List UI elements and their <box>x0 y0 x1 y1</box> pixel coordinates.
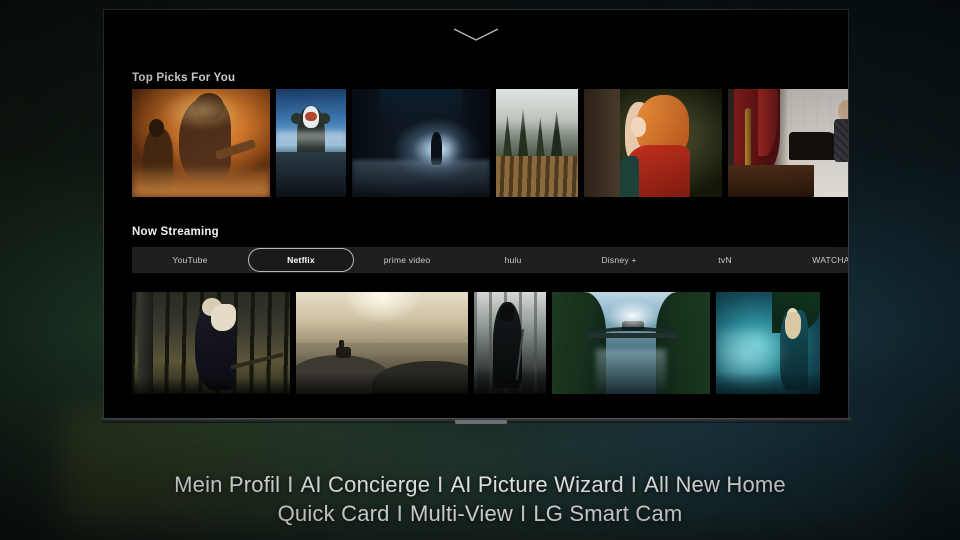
thumbnail-bridge-over-misty-gorge[interactable] <box>552 292 710 394</box>
art-layer <box>496 89 578 133</box>
caption-separator: I <box>630 472 638 497</box>
streaming-provider-tabs[interactable]: YouTube Netflix prime video hulu Disney + tvN… <box>132 247 849 273</box>
tv-stand-notch <box>455 420 507 424</box>
thumbnail-artwork <box>584 89 722 197</box>
thumbnail-artwork <box>474 292 546 394</box>
caption-separator: I <box>520 501 527 526</box>
now-streaming-row[interactable] <box>132 292 820 394</box>
art-layer <box>352 160 490 197</box>
art-layer <box>304 111 318 122</box>
feature-caption-line-2: Quick Card I Multi-View I LG Smart Cam <box>0 499 960 528</box>
tab-netflix[interactable]: Netflix <box>248 248 354 272</box>
art-layer <box>791 93 848 131</box>
art-layer <box>276 132 346 150</box>
art-layer <box>296 371 468 394</box>
caption-feature-ai-concierge: AI Concierge <box>300 472 431 497</box>
thumbnail-girl-at-piano-curtain[interactable] <box>728 89 848 197</box>
art-layer <box>584 89 620 197</box>
thumbnail-horseman-on-hill-sunrise[interactable] <box>296 292 468 394</box>
thumbnail-misty-forest-maze[interactable] <box>496 89 578 197</box>
art-layer <box>586 332 679 338</box>
thumbnail-foggy-road-headlight[interactable] <box>352 89 490 197</box>
top-picks-title: Top Picks For You <box>132 72 236 84</box>
art-layer <box>499 304 515 321</box>
tab-hulu[interactable]: hulu <box>460 247 566 273</box>
art-layer <box>605 300 660 327</box>
chevron-down-icon[interactable] <box>453 28 499 42</box>
caption-separator: I <box>437 472 444 497</box>
art-layer <box>619 155 640 197</box>
thumbnail-artwork <box>276 89 346 197</box>
tab-label: prime video <box>383 255 431 265</box>
tab-prime-video[interactable]: prime video <box>354 247 460 273</box>
art-layer <box>276 151 346 197</box>
thumbnail-artwork <box>716 292 820 394</box>
caption-feature-all-new-home: All New Home <box>644 472 786 497</box>
tab-youtube[interactable]: YouTube <box>132 247 248 273</box>
art-layer <box>159 91 243 131</box>
art-layer <box>335 347 352 359</box>
tab-label: Netflix <box>287 255 315 265</box>
thumbnail-artwork <box>132 292 290 394</box>
caption-feature-quick-card: Quick Card <box>277 501 390 526</box>
art-layer <box>716 371 820 394</box>
thumbnail-artwork <box>352 89 490 197</box>
thumbnail-black-dress-woman-forest[interactable] <box>132 292 290 394</box>
thumbnail-helmeted-figure-at-dusk[interactable] <box>276 89 346 197</box>
art-layer <box>132 377 290 394</box>
thumbnail-artwork <box>728 89 848 197</box>
thumbnail-hooded-figure-with-sword[interactable] <box>474 292 546 394</box>
tab-label: tvN <box>718 255 732 265</box>
tab-watcha[interactable]: WATCHA <box>778 247 849 273</box>
tab-label: YouTube <box>172 255 208 265</box>
tab-tvn[interactable]: tvN <box>672 247 778 273</box>
caption-feature-mein-profil: Mein Profil <box>174 472 281 497</box>
art-layer <box>379 89 463 126</box>
caption-feature-multi-view: Multi-View <box>409 501 513 526</box>
art-layer <box>728 164 814 197</box>
caption-separator: I <box>396 501 403 526</box>
tv-promo-scene: Top Picks For You Now Streaming YouTube N… <box>0 0 960 540</box>
thumbnail-artwork <box>132 89 270 197</box>
art-layer <box>596 349 666 394</box>
tab-label: WATCHA <box>812 255 849 265</box>
top-picks-row[interactable] <box>132 89 848 197</box>
art-layer <box>496 155 578 197</box>
tab-disney[interactable]: Disney + <box>566 247 672 273</box>
feature-caption-line-1: Mein Profil I AI Concierge I AI Picture Wiza… <box>0 470 960 499</box>
art-layer <box>474 367 546 394</box>
thumbnail-artwork <box>552 292 710 394</box>
caption-feature-lg-smart-cam: LG Smart Cam <box>533 501 683 526</box>
now-streaming-title: Now Streaming <box>132 226 219 238</box>
tv-screen: Top Picks For You Now Streaming YouTube N… <box>103 9 849 419</box>
art-layer <box>630 117 647 137</box>
tab-label: hulu <box>504 255 522 265</box>
thumbnail-red-cloak-woman-forest[interactable] <box>584 89 722 197</box>
caption-feature-ai-picture-wizard: AI Picture Wizard <box>450 472 624 497</box>
art-layer <box>211 304 237 331</box>
tab-label: Disney + <box>601 255 637 265</box>
thumbnail-teal-dress-woman-mist[interactable] <box>716 292 820 394</box>
art-layer <box>132 168 270 197</box>
art-layer <box>339 339 345 349</box>
thumbnail-desert-riders-sandstorm[interactable] <box>132 89 270 197</box>
thumbnail-artwork <box>296 292 468 394</box>
thumbnail-artwork <box>496 89 578 197</box>
caption-separator: I <box>287 472 294 497</box>
